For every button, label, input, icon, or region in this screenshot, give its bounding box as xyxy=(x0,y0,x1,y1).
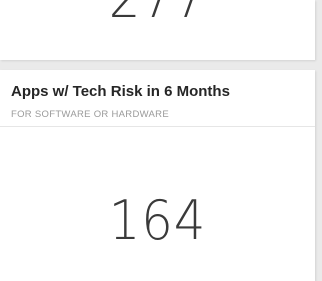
metric-value-tech-risk: 164 xyxy=(108,189,207,252)
card-title: Apps w/ Tech Risk in 6 Months xyxy=(11,83,230,100)
card-header: Apps w/ Tech Risk in 6 Months FOR SOFTWA… xyxy=(0,70,315,127)
metric-value-previous: 277 xyxy=(13,0,303,26)
metric-card-tech-risk[interactable]: Apps w/ Tech Risk in 6 Months FOR SOFTWA… xyxy=(0,70,315,281)
card-subtitle: FOR SOFTWARE OR HARDWARE xyxy=(11,109,169,120)
dashboard-stage: 277 Apps w/ Tech Risk in 6 Months FOR SO… xyxy=(0,0,322,281)
metric-card-previous[interactable]: 277 xyxy=(0,0,315,60)
